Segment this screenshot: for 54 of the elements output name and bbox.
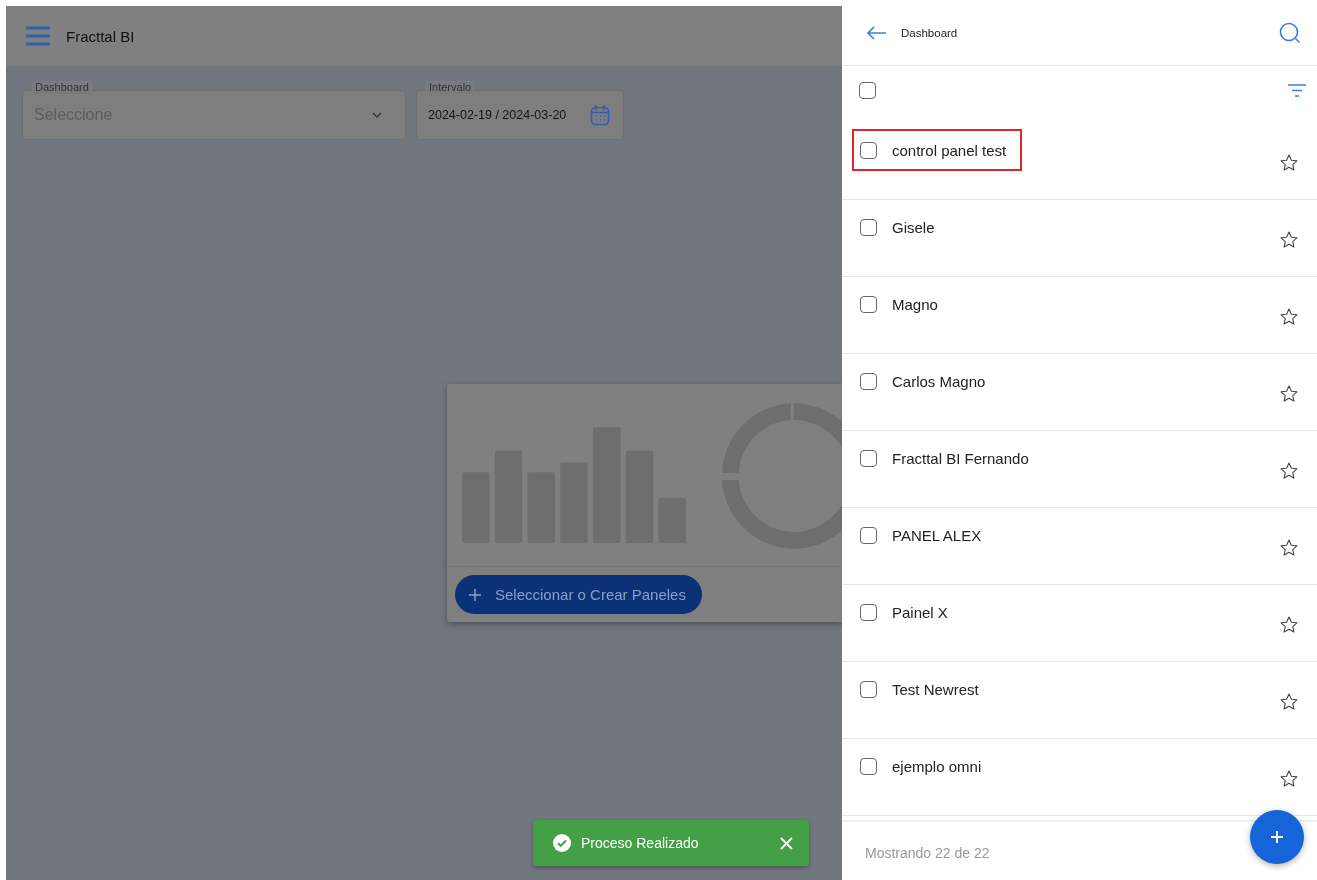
filter-icon[interactable] [1288,83,1306,97]
check-circle-icon [553,834,571,852]
star-icon[interactable] [1279,769,1299,789]
result-count: Mostrando 22 de 22 [865,845,990,861]
dashboard-name: Fracttal BI Fernando [892,449,1029,467]
dashboard-list-item[interactable]: Gisele [842,200,1317,277]
star-icon[interactable] [1279,230,1299,250]
add-button[interactable] [1250,810,1304,864]
star-icon[interactable] [1279,307,1299,327]
back-arrow-icon[interactable] [867,25,887,40]
app-title: Fracttal BI [66,27,135,45]
dashboard-name: ejemplo omni [892,757,982,775]
dashboard-list-item[interactable]: control panel test [842,123,1317,200]
select-all-checkbox[interactable] [859,81,876,99]
item-checkbox[interactable] [860,526,877,544]
dashboard-name: Painel X [892,603,948,621]
item-checkbox[interactable] [860,449,877,467]
dashboard-list-item[interactable]: Fracttal BI Fernando [842,431,1317,508]
field-label: Dashboard [32,81,92,94]
star-icon[interactable] [1279,615,1299,635]
field-label: Intervalo [426,81,475,94]
drawer-title: Dashboard [901,26,958,39]
select-or-create-panels-button[interactable]: Seleccionar o Crear Paneles [455,575,702,614]
toast-message: Proceso Realizado [581,835,700,851]
dashboard-list-item[interactable]: Test Newrest [842,662,1317,739]
close-icon[interactable] [780,836,793,850]
item-checkbox[interactable] [860,680,877,698]
dashboard-name: Magno [892,295,938,313]
dashboard-name: Gisele [892,218,935,236]
star-icon[interactable] [1279,384,1299,404]
dashboard-name: PANEL ALEX [892,526,982,544]
dashboard-list-item[interactable]: Magno [842,277,1317,354]
dashboard-list-item[interactable]: PANEL ALEX [842,508,1317,585]
item-checkbox[interactable] [860,141,877,159]
star-icon[interactable] [1279,461,1299,481]
dashboard-list-item[interactable]: Painel X [842,585,1317,662]
search-icon[interactable] [1279,21,1301,44]
date-range-field[interactable]: Intervalo 2024-02-19 / 2024-03-20 [416,81,624,140]
dashboard-name: Carlos Magno [892,372,986,390]
star-icon[interactable] [1279,153,1299,173]
chevron-down-icon [372,112,382,118]
dashboard-list-item[interactable]: Carlos Magno [842,354,1317,431]
item-checkbox[interactable] [860,295,877,313]
star-icon[interactable] [1279,692,1299,712]
star-icon[interactable] [1279,538,1299,558]
date-range-value: 2024-02-19 / 2024-03-20 [428,108,567,122]
dashboard-name: control panel test [892,141,1007,159]
dashboard-name: Test Newrest [892,680,979,698]
plus-icon [469,588,481,601]
item-checkbox[interactable] [860,603,877,621]
plus-icon [1270,830,1284,844]
item-checkbox[interactable] [860,218,877,236]
item-checkbox[interactable] [860,372,877,390]
item-checkbox[interactable] [860,757,877,775]
